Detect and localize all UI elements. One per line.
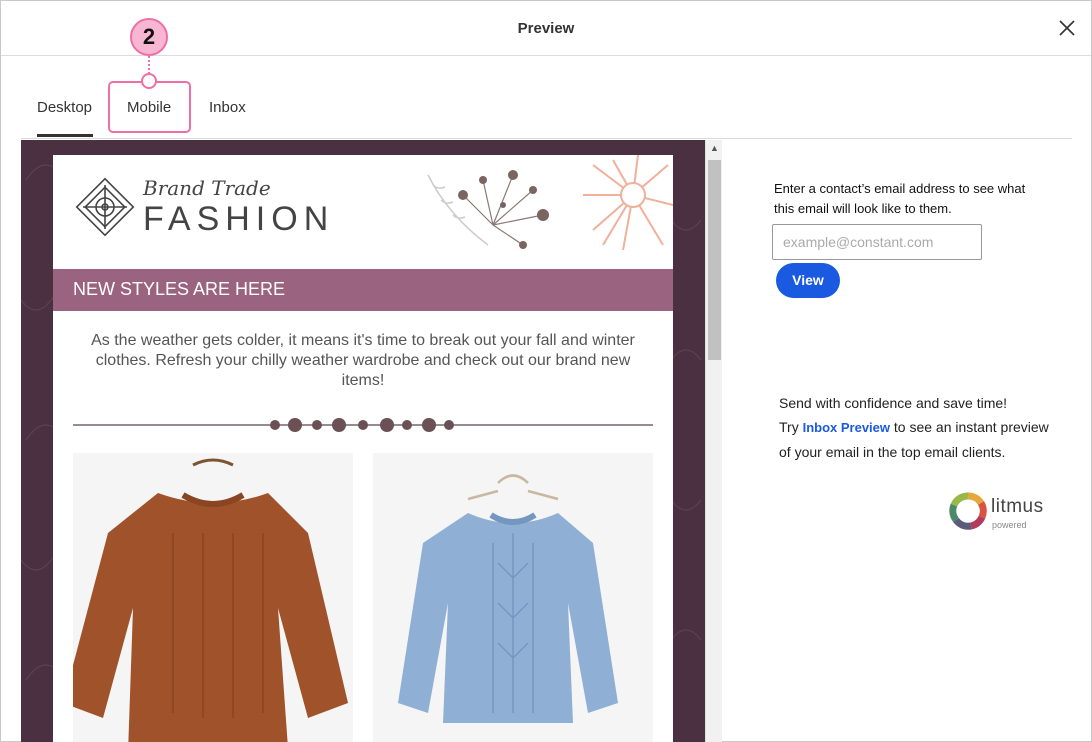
tab-inbox[interactable]: Inbox [209, 89, 246, 137]
scroll-thumb[interactable] [708, 160, 721, 360]
callout-connector [148, 56, 150, 74]
tab-desktop[interactable]: Desktop [37, 89, 93, 137]
callout-number-badge: 2 [130, 18, 168, 56]
inbox-preview-promo: Send with confidence and save time! Try … [779, 391, 1049, 464]
dotted-divider [73, 418, 653, 432]
email-body: Brand Trade FASHION NEW STYLES ARE HERE … [53, 155, 673, 742]
scroll-up-arrow-icon[interactable]: ▲ [706, 140, 723, 157]
litmus-wordmark: litmus [991, 496, 1044, 517]
promo-headline: Send with confidence and save time! [779, 395, 1008, 411]
product-image-blue-sweater[interactable] [373, 453, 653, 742]
preview-dialog: Preview Desktop Mobile Inbox 2 Brand Tra… [0, 0, 1092, 742]
inbox-preview-link[interactable]: Inbox Preview [803, 420, 890, 435]
blue-sweater-icon [398, 474, 618, 723]
brand-name-text: FASHION [143, 200, 335, 238]
email-banner: NEW STYLES ARE HERE [53, 269, 673, 311]
email-intro-text: As the weather gets colder, it means it'… [91, 332, 635, 389]
view-button[interactable]: View [776, 263, 840, 298]
promo-try-text: Try [779, 419, 799, 435]
brand-script-text: Brand Trade [143, 176, 271, 200]
preview-scrollbar[interactable]: ▲ [705, 140, 722, 742]
litmus-powered-text: powered [992, 520, 1027, 530]
floral-decoration-icon [427, 155, 673, 251]
callout-anchor-dot [141, 73, 157, 89]
tabs-divider [21, 138, 1072, 139]
litmus-logo-icon [949, 492, 987, 530]
email-preview-frame: Brand Trade FASHION NEW STYLES ARE HERE … [21, 140, 705, 742]
contact-email-input[interactable] [772, 224, 982, 260]
close-icon[interactable] [1057, 18, 1077, 38]
brand-logo-icon [75, 177, 135, 237]
rust-sweater-icon [63, 458, 348, 742]
brand-header: Brand Trade FASHION [53, 155, 673, 269]
product-image-rust-sweater[interactable] [63, 453, 353, 742]
contact-email-prompt: Enter a contact’s email address to see w… [774, 181, 1026, 216]
litmus-powered-badge: litmus powered [949, 492, 1059, 532]
